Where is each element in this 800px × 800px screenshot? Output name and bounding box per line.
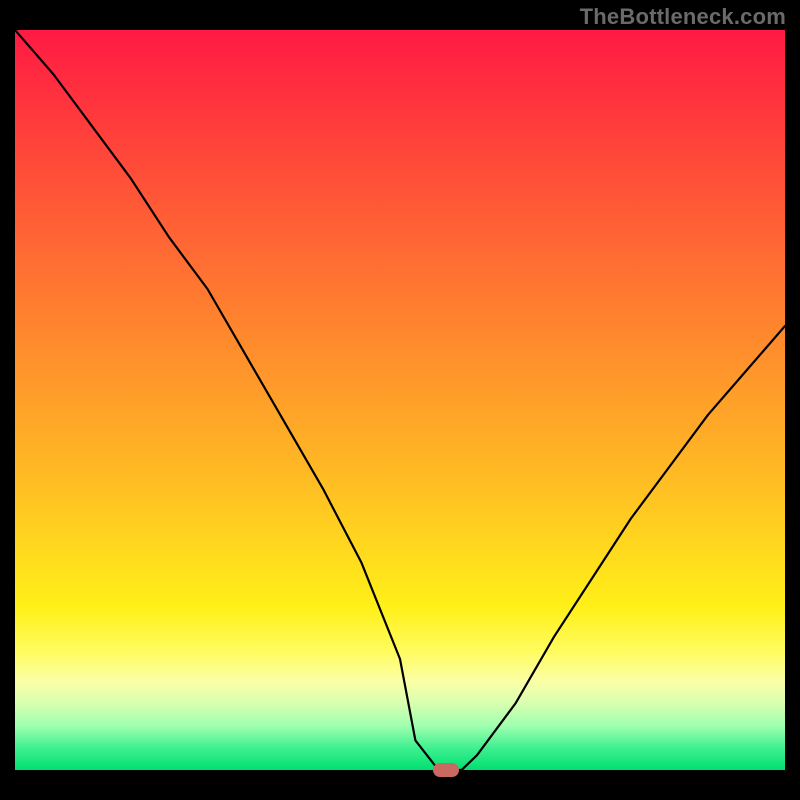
chart-frame: TheBottleneck.com (0, 0, 800, 800)
optimal-point-marker (433, 763, 459, 777)
bottleneck-curve (15, 30, 785, 770)
plot-area (15, 30, 785, 770)
watermark-text: TheBottleneck.com (580, 4, 786, 30)
